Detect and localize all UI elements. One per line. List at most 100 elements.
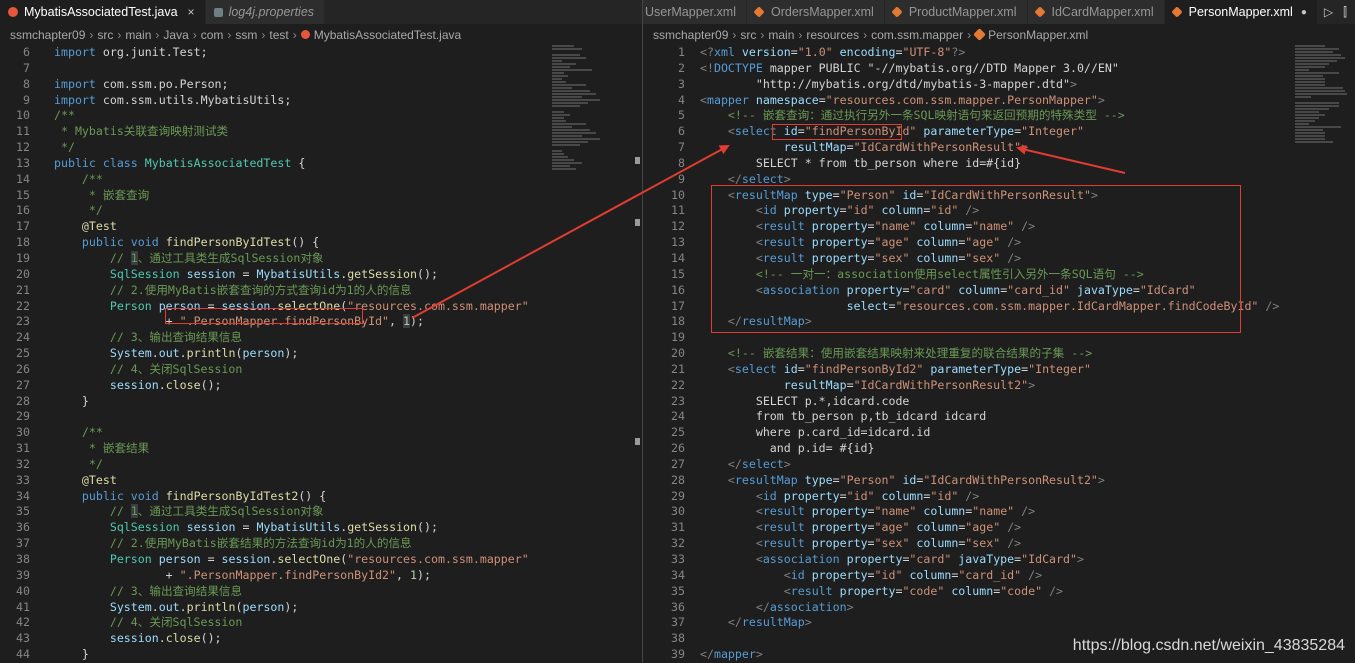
right-minimap[interactable] — [1295, 45, 1355, 185]
breadcrumb-item[interactable]: ssmchapter09 — [653, 28, 728, 42]
code-line[interactable]: 28 } — [0, 394, 642, 410]
code-line[interactable]: 29 — [0, 409, 642, 425]
code-line[interactable]: 2 <!DOCTYPE mapper PUBLIC "-//mybatis.org… — [643, 61, 1355, 77]
tab-productmapper-xml[interactable]: ProductMapper.xml — [884, 0, 1028, 24]
code-line[interactable]: 12 <result property="name" column="name"… — [643, 219, 1355, 235]
tab-usermapper-xml[interactable]: UserMapper.xml — [643, 0, 747, 24]
code-line[interactable]: 6 <select id="findPersonById" parameterT… — [643, 124, 1355, 140]
code-line[interactable]: 32 */ — [0, 457, 642, 473]
breadcrumb-item[interactable]: com.ssm.mapper — [871, 28, 963, 42]
code-line[interactable]: 18 public void findPersonByIdTest() { — [0, 235, 642, 251]
code-line[interactable]: 10 <resultMap type="Person" id="IdCardWi… — [643, 188, 1355, 204]
code-line[interactable]: 31 <result property="age" column="age" /… — [643, 520, 1355, 536]
tab-mybatisassociatedtest-java[interactable]: MybatisAssociatedTest.java × — [0, 0, 206, 24]
tab-personmapper-xml[interactable]: PersonMapper.xml ● — [1164, 0, 1318, 24]
code-line[interactable]: 36 </association> — [643, 600, 1355, 616]
code-line[interactable]: 17 select="resources.com.ssm.mapper.IdCa… — [643, 299, 1355, 315]
code-line[interactable]: 22 resultMap="IdCardWithPersonResult2"> — [643, 378, 1355, 394]
breadcrumb-item[interactable]: ssm — [235, 28, 257, 42]
code-line[interactable]: 13 public class MybatisAssociatedTest { — [0, 156, 642, 172]
code-line[interactable]: 33 @Test — [0, 473, 642, 489]
code-line[interactable]: 23 SELECT p.*,idcard.code — [643, 394, 1355, 410]
code-line[interactable]: 26 and p.id= #{id} — [643, 441, 1355, 457]
code-line[interactable]: 16 <association property="card" column="… — [643, 283, 1355, 299]
code-line[interactable]: 11 <id property="id" column="id" /> — [643, 203, 1355, 219]
breadcrumb-item[interactable]: main — [768, 28, 794, 42]
code-line[interactable]: 34 public void findPersonByIdTest2() { — [0, 489, 642, 505]
code-line[interactable]: 8 SELECT * from tb_person where id=#{id} — [643, 156, 1355, 172]
code-line[interactable]: 22 Person person = session.selectOne("re… — [0, 299, 642, 315]
code-line[interactable]: 25 where p.card_id=idcard.id — [643, 425, 1355, 441]
code-line[interactable]: 9 </select> — [643, 172, 1355, 188]
code-line[interactable]: 44 } — [0, 647, 642, 663]
breadcrumb-item[interactable]: com — [201, 28, 224, 42]
code-line[interactable]: 33 <association property="card" javaType… — [643, 552, 1355, 568]
breadcrumb-item[interactable]: test — [269, 28, 288, 42]
code-line[interactable]: 38 Person person = session.selectOne("re… — [0, 552, 642, 568]
code-line[interactable]: 24 from tb_person p,tb_idcard idcard — [643, 409, 1355, 425]
code-line[interactable]: 35 // 1、通过工具类生成SqlSession对象 — [0, 504, 642, 520]
tab-log4j-properties[interactable]: log4j.properties — [205, 0, 326, 24]
left-minimap[interactable] — [552, 45, 612, 185]
left-scrollbar-marker[interactable] — [635, 438, 640, 445]
code-line[interactable]: 3 "http://mybatis.org/dtd/mybatis-3-mapp… — [643, 77, 1355, 93]
code-line[interactable]: 37 // 2.使用MyBatis嵌套结果的方法查询id为1的人的信息 — [0, 536, 642, 552]
code-line[interactable]: 26 // 4、关闭SqlSession — [0, 362, 642, 378]
code-line[interactable]: 16 */ — [0, 203, 642, 219]
left-code-editor[interactable]: 6 import org.junit.Test; 7 8 import com.ssm.… — [0, 45, 642, 663]
breadcrumb-item[interactable]: resources — [806, 28, 859, 42]
breadcrumb-item[interactable]: Java — [163, 28, 188, 42]
code-line[interactable]: 31 * 嵌套结果 — [0, 441, 642, 457]
code-line[interactable]: 13 <result property="age" column="age" /… — [643, 235, 1355, 251]
code-line[interactable]: 1 <?xml version="1.0" encoding="UTF-8"?> — [643, 45, 1355, 61]
tab-ordersmapper-xml[interactable]: OrdersMapper.xml — [747, 0, 885, 24]
code-line[interactable]: 21 // 2.使用MyBatis嵌套查询的方式查询id为1的人的信息 — [0, 283, 642, 299]
code-line[interactable]: 41 System.out.println(person); — [0, 600, 642, 616]
close-icon[interactable]: × — [188, 5, 195, 19]
code-line[interactable]: 30 <result property="name" column="name"… — [643, 504, 1355, 520]
code-line[interactable]: 25 System.out.println(person); — [0, 346, 642, 362]
left-scrollbar-marker[interactable] — [635, 219, 640, 226]
breadcrumb-item[interactable]: ssmchapter09 — [10, 28, 85, 42]
run-icon[interactable]: ▷ — [1324, 5, 1333, 19]
code-line[interactable]: 12 */ — [0, 140, 642, 156]
code-line[interactable]: 10 /** — [0, 108, 642, 124]
code-line[interactable]: 42 // 4、关闭SqlSession — [0, 615, 642, 631]
code-line[interactable]: 34 <id property="id" column="card_id" /> — [643, 568, 1355, 584]
code-line[interactable]: 14 /** — [0, 172, 642, 188]
code-line[interactable]: 4 <mapper namespace="resources.com.ssm.ma… — [643, 93, 1355, 109]
code-line[interactable]: 35 <result property="code" column="code"… — [643, 584, 1355, 600]
code-line[interactable]: 18 </resultMap> — [643, 314, 1355, 330]
code-line[interactable]: 7 resultMap="IdCardWithPersonResult"> — [643, 140, 1355, 156]
breadcrumb-item[interactable]: src — [740, 28, 756, 42]
code-line[interactable]: 30 /** — [0, 425, 642, 441]
code-line[interactable]: 15 <!-- 一对一：association使用select属性引入另外一条S… — [643, 267, 1355, 283]
code-line[interactable]: 29 <id property="id" column="id" /> — [643, 489, 1355, 505]
code-line[interactable]: 11 * Mybatis关联查询映射测试类 — [0, 124, 642, 140]
code-line[interactable]: 28 <resultMap type="Person" id="IdCardWi… — [643, 473, 1355, 489]
code-line[interactable]: 20 <!-- 嵌套结果：使用嵌套结果映射来处理重复的联合结果的子集 --> — [643, 346, 1355, 362]
unsaved-dot-icon[interactable]: ● — [1301, 7, 1307, 18]
code-line[interactable]: 40 // 3、输出查询结果信息 — [0, 584, 642, 600]
code-line[interactable]: 5 <!-- 嵌套查询：通过执行另外一条SQL映射语句来返回预期的特殊类型 --… — [643, 108, 1355, 124]
code-line[interactable]: 15 * 嵌套查询 — [0, 188, 642, 204]
left-scrollbar-marker[interactable] — [635, 157, 640, 164]
code-line[interactable]: 23 + ".PersonMapper.findPersonById", 1); — [0, 314, 642, 330]
code-line[interactable]: 8 import com.ssm.po.Person; — [0, 77, 642, 93]
code-line[interactable]: 24 // 3、输出查询结果信息 — [0, 330, 642, 346]
split-editor-icon[interactable]: ⫿ — [1343, 5, 1347, 20]
breadcrumb-item[interactable]: src — [97, 28, 113, 42]
breadcrumb-item[interactable]: MybatisAssociatedTest.java — [314, 28, 461, 42]
code-line[interactable]: 19 — [643, 330, 1355, 346]
code-line[interactable]: 9 import com.ssm.utils.MybatisUtils; — [0, 93, 642, 109]
code-line[interactable]: 27 </select> — [643, 457, 1355, 473]
code-line[interactable]: 27 session.close(); — [0, 378, 642, 394]
tab-idcardmapper-xml[interactable]: IdCardMapper.xml — [1027, 0, 1165, 24]
breadcrumb-item[interactable]: PersonMapper.xml — [988, 28, 1088, 42]
code-line[interactable]: 6 import org.junit.Test; — [0, 45, 642, 61]
code-line[interactable]: 37 </resultMap> — [643, 615, 1355, 631]
code-line[interactable]: 14 <result property="sex" column="sex" /… — [643, 251, 1355, 267]
code-line[interactable]: 7 — [0, 61, 642, 77]
code-line[interactable]: 39 + ".PersonMapper.findPersonById2", 1)… — [0, 568, 642, 584]
code-line[interactable]: 20 SqlSession session = MybatisUtils.get… — [0, 267, 642, 283]
